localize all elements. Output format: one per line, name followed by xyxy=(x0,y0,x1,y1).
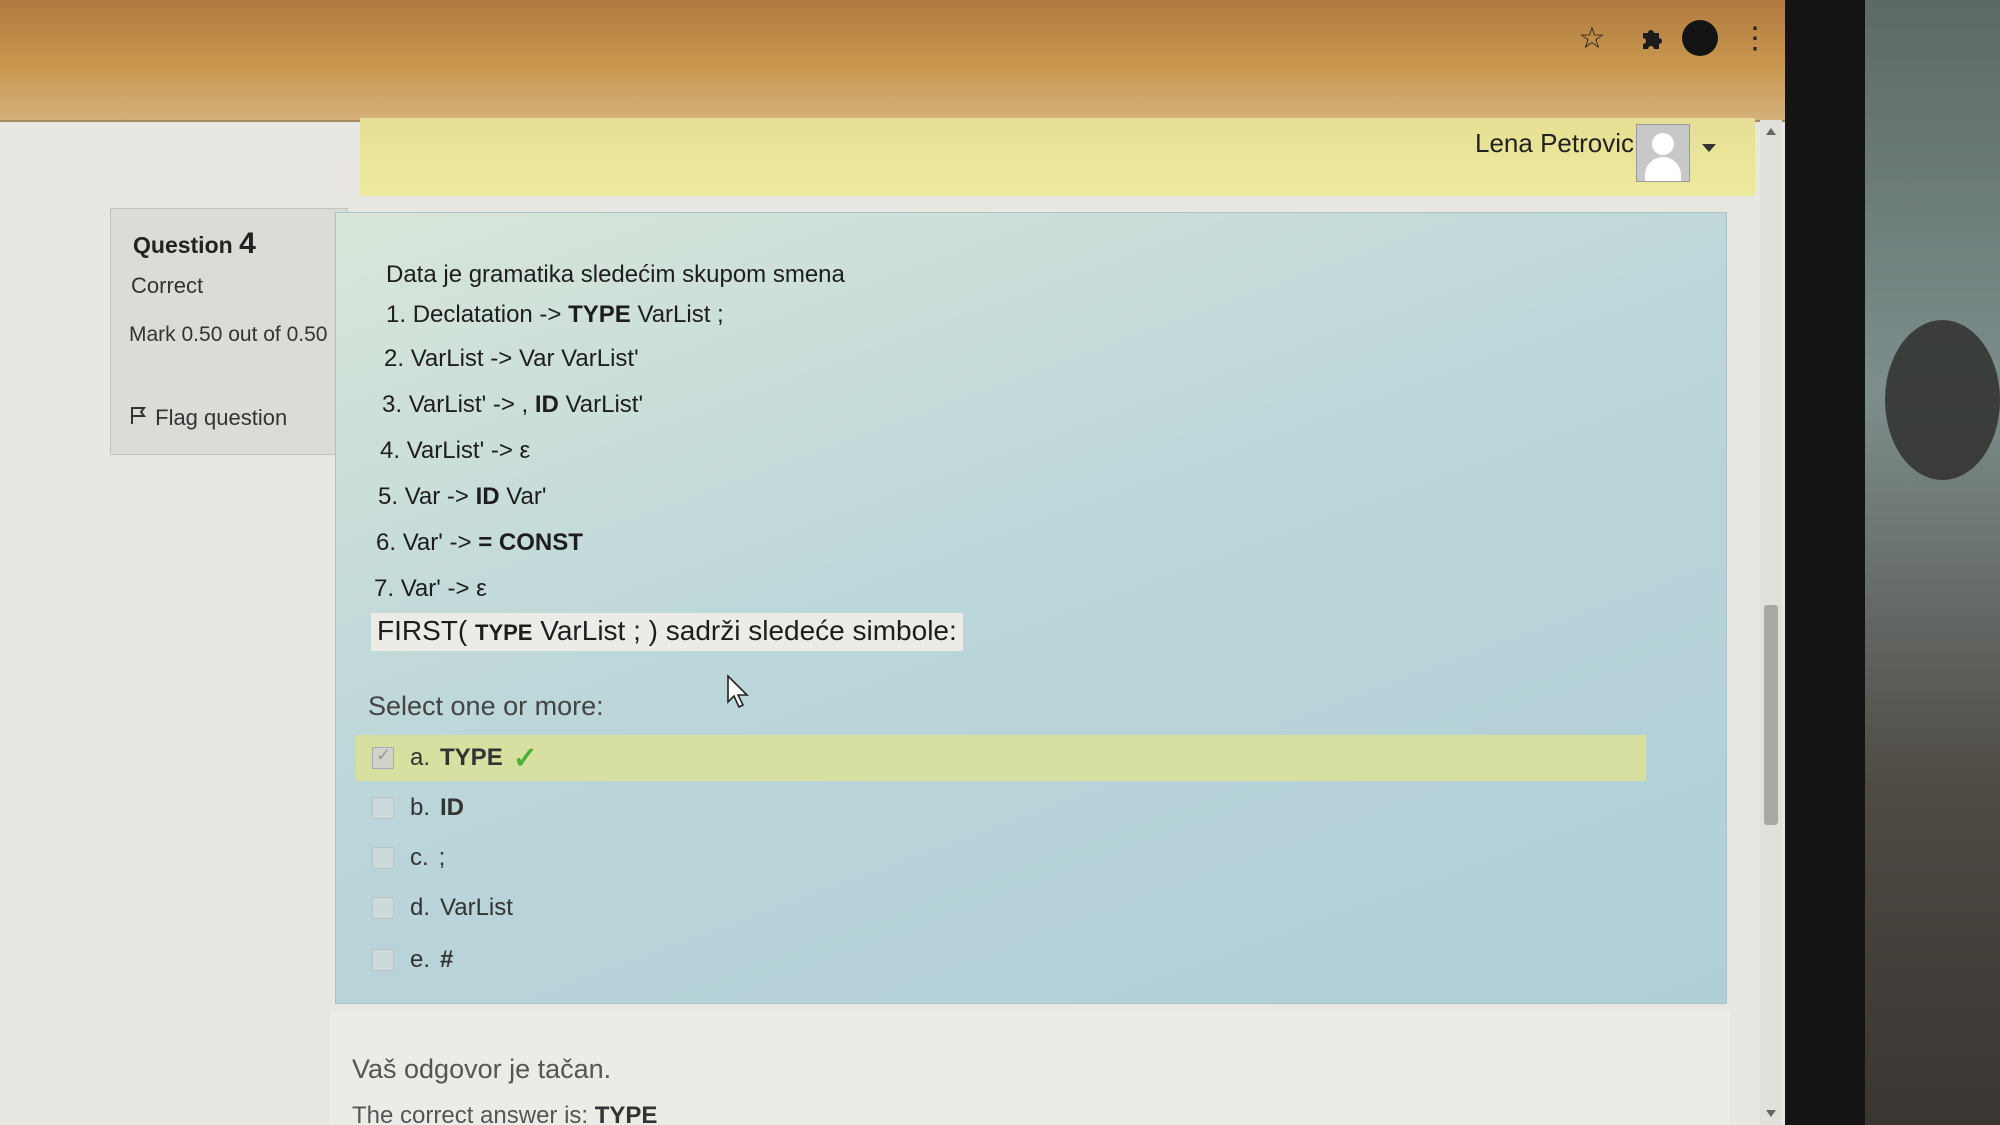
star-icon[interactable]: ☆ xyxy=(1572,18,1612,58)
user-menu-caret-icon[interactable] xyxy=(1702,144,1716,152)
correct-answer-text: The correct answer is: TYPE xyxy=(352,1102,658,1125)
first-set-question: FIRST( TYPE VarList ; ) sadrži sledeće s… xyxy=(371,613,963,651)
grammar-rule-3: 3. VarList' -> , ID VarList' xyxy=(382,391,644,418)
room-background xyxy=(1865,0,2000,1125)
question-state: Correct xyxy=(131,273,204,298)
grammar-rule-2: 2. VarList -> Var VarList' xyxy=(384,345,639,372)
page-scrollbar[interactable] xyxy=(1760,120,1782,1125)
user-avatar-icon[interactable] xyxy=(1636,124,1690,182)
flag-icon xyxy=(129,405,155,430)
question-panel: Data je gramatika sledećim skupom smena … xyxy=(335,212,1727,1004)
answer-checkbox-d[interactable] xyxy=(372,897,394,919)
user-name[interactable]: Lena Petrovic xyxy=(1475,128,1634,159)
question-word: Question xyxy=(133,232,233,258)
select-prompt: Select one or more: xyxy=(368,691,604,721)
answer-checkbox-a[interactable] xyxy=(372,745,394,769)
answer-checkbox-b[interactable] xyxy=(372,797,394,819)
question-mark: Mark 0.50 out of 0.50 xyxy=(129,323,328,346)
answer-option-e[interactable]: e. # xyxy=(356,937,1646,983)
grammar-rule-6: 6. Var' -> = CONST xyxy=(376,529,583,556)
question-info-box: Question 4 Correct Mark 0.50 out of 0.50… xyxy=(110,208,348,455)
question-intro: Data je gramatika sledećim skupom smena xyxy=(386,261,845,288)
question-number: 4 xyxy=(239,227,256,260)
puzzle-icon[interactable] xyxy=(1632,18,1672,58)
answer-option-b[interactable]: b. ID xyxy=(356,785,1646,831)
browser-screen: ☆ ⋮ Lena Petrovic Question 4 Correct Mar… xyxy=(0,0,1785,1125)
mouse-cursor-icon xyxy=(727,674,749,709)
grammar-rule-4: 4. VarList' -> ε xyxy=(380,437,531,464)
grammar-rule-5: 5. Var -> ID Var' xyxy=(378,483,547,510)
grammar-rule-1: 1. Declatation -> TYPE VarList ; xyxy=(386,301,724,328)
question-label: Question 4 xyxy=(133,227,256,261)
kebab-icon[interactable]: ⋮ xyxy=(1740,22,1770,58)
browser-toolbar: ☆ ⋮ xyxy=(0,0,1785,122)
answer-checkbox-c[interactable] xyxy=(372,847,394,869)
flag-question-label: Flag question xyxy=(155,405,288,430)
feedback-panel: Vaš odgovor je tačan. The correct answer… xyxy=(330,1010,1730,1125)
answer-option-d[interactable]: d. VarList xyxy=(356,885,1646,931)
scrollbar-thumb[interactable] xyxy=(1764,605,1778,825)
scroll-down-icon[interactable] xyxy=(1766,1110,1776,1117)
flag-question-link[interactable]: Flag question xyxy=(129,405,287,431)
answer-option-a[interactable]: a. TYPE ✓ xyxy=(356,735,1646,781)
scroll-up-icon[interactable] xyxy=(1766,128,1776,135)
monitor-bezel xyxy=(1785,0,1865,1125)
answer-option-c[interactable]: c. ; xyxy=(356,835,1646,881)
profile-avatar-icon[interactable] xyxy=(1682,20,1718,56)
feedback-message: Vaš odgovor je tačan. xyxy=(352,1054,612,1084)
answer-checkbox-e[interactable] xyxy=(372,949,394,971)
grammar-rule-7: 7. Var' -> ε xyxy=(374,575,487,602)
checkmark-icon: ✓ xyxy=(512,741,538,775)
